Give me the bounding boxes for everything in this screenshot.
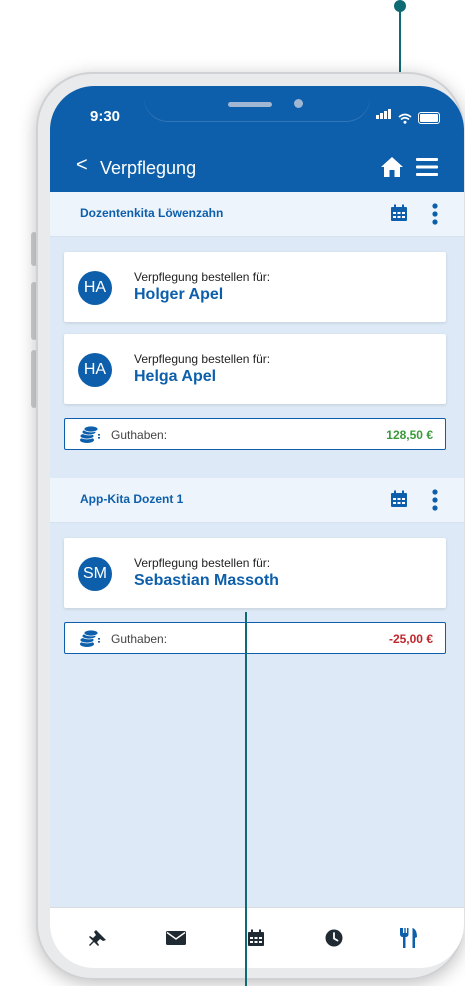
callout-line-bottom [245,612,247,986]
nav-bar: < Verpflegung [50,144,464,192]
avatar: SM [78,557,112,591]
group-title: Dozentenkita Löwenzahn [80,206,224,220]
group-header: Dozentenkita Löwenzahn [50,192,464,237]
coins-icon [79,630,100,647]
pin-icon [89,930,106,946]
more-icon[interactable] [432,489,438,511]
person-name: Helga Apel [134,368,217,385]
status-bar: 9:30 [50,86,464,136]
wifi-icon [398,113,412,124]
person-card[interactable]: HA Verpflegung bestellen für: Holger Ape… [64,252,446,322]
cutlery-icon [400,928,417,948]
tab-history[interactable] [320,924,348,952]
balance-bar: Guthaben: -25,00 € [64,622,446,654]
signal-icon [376,106,392,124]
person-card[interactable]: SM Verpflegung bestellen für: Sebastian … [64,538,446,608]
balance-label: Guthaben: [111,428,168,442]
calendar-icon[interactable] [390,490,408,508]
tab-messages[interactable] [162,924,190,952]
status-time: 9:30 [90,108,121,125]
person-name: Sebastian Massoth [134,572,279,589]
card-label: Verpflegung bestellen für: [134,556,271,570]
camera [294,99,303,108]
tab-bar [50,907,464,968]
card-label: Verpflegung bestellen für: [134,270,271,284]
clock-icon [325,929,343,947]
balance-label: Guthaben: [111,632,168,646]
coins-icon [79,426,100,443]
tab-pinboard[interactable] [84,924,112,952]
card-label: Verpflegung bestellen für: [134,352,271,366]
page-title: Verpflegung [100,158,197,178]
person-name: Holger Apel [134,286,224,303]
app-screen: 9:30 < Verpflegung Dozentenkita Löwenzah… [50,86,464,968]
back-button[interactable]: < [76,154,88,177]
balance-value: 128,50 € [386,428,433,442]
person-card[interactable]: HA Verpflegung bestellen für: Helga Apel [64,334,446,404]
avatar: HA [78,353,112,387]
menu-icon[interactable] [416,158,438,176]
app-header: 9:30 < Verpflegung [50,86,464,198]
avatar: HA [78,271,112,305]
group-header: App-Kita Dozent 1 [50,478,464,523]
tab-catering[interactable] [394,924,422,952]
calendar-icon[interactable] [390,204,408,222]
more-icon[interactable] [432,203,438,225]
balance-value: -25,00 € [388,632,433,646]
calendar-icon [248,929,264,946]
battery-icon [418,112,440,124]
group-title: App-Kita Dozent 1 [80,492,184,506]
speaker [228,102,272,107]
mail-icon [166,931,186,945]
status-icons [376,106,440,124]
balance-bar: Guthaben: 128,50 € [64,418,446,450]
home-icon[interactable] [380,156,404,178]
